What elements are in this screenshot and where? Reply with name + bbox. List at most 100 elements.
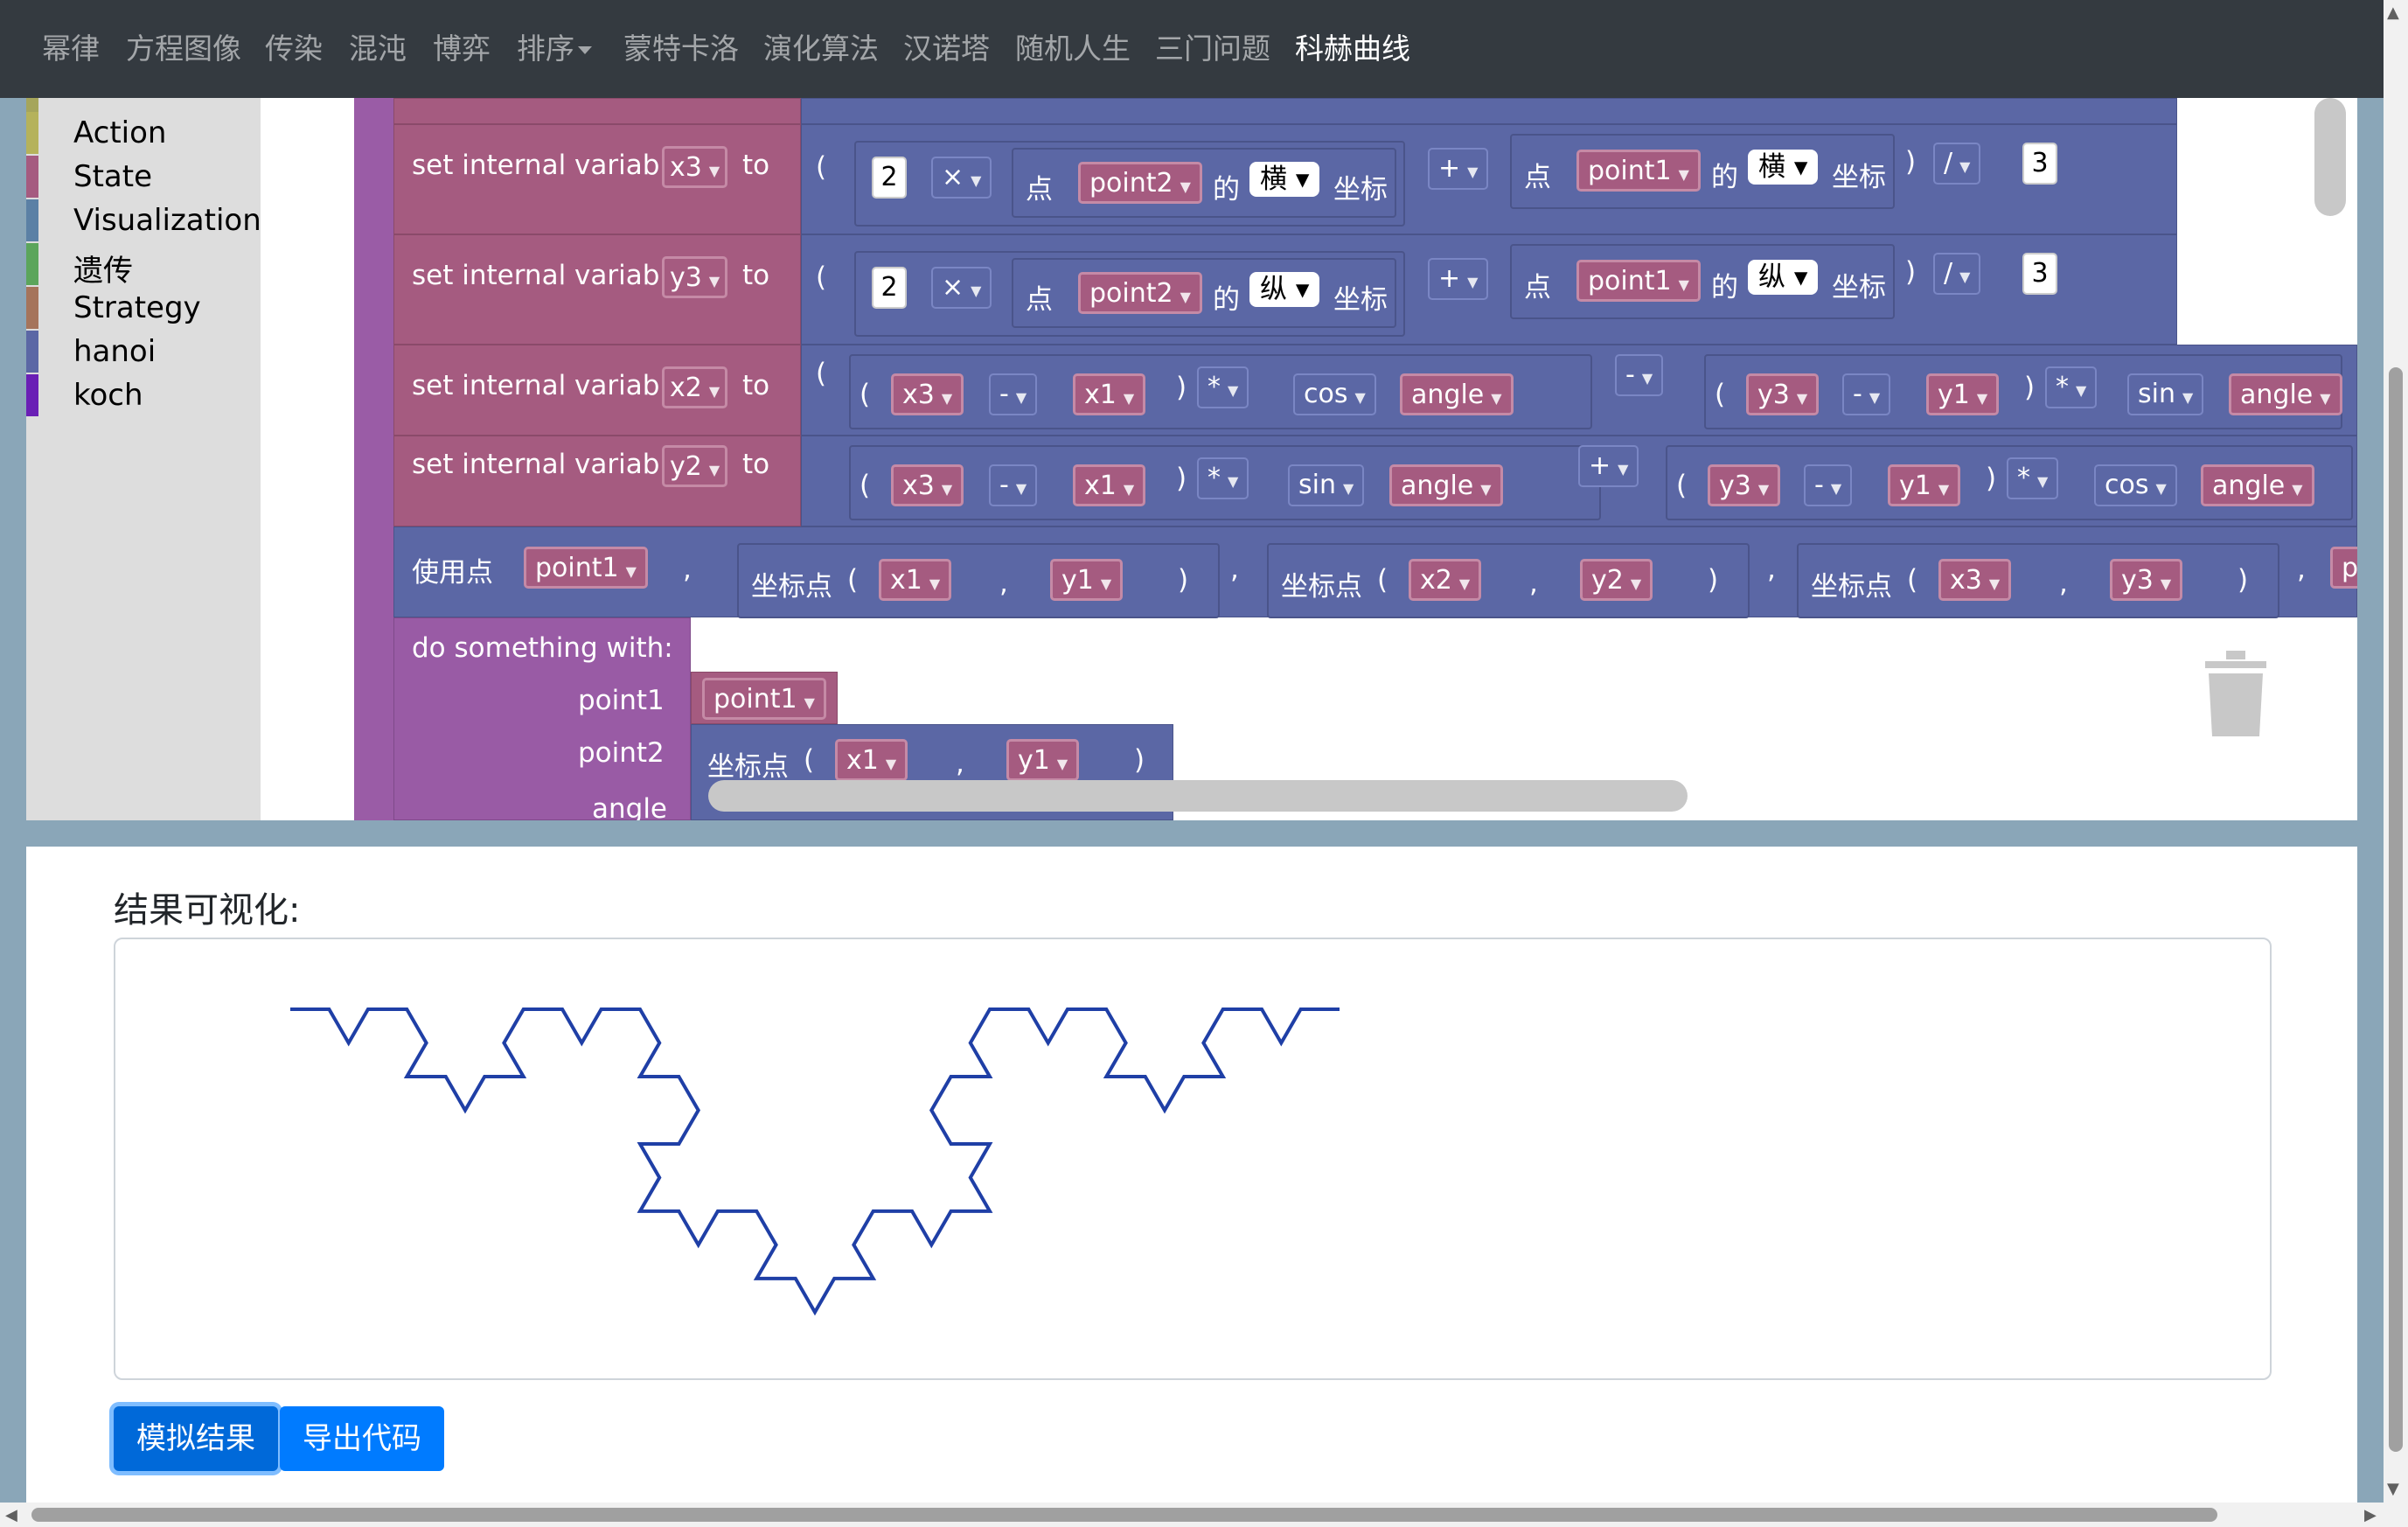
scroll-right-arrow-icon[interactable]: ▶ bbox=[2364, 1506, 2377, 1524]
operator-dropdown[interactable]: + ▼ bbox=[1428, 148, 1489, 190]
operator-dropdown[interactable]: - ▼ bbox=[989, 464, 1038, 506]
variable-dropdown-y3[interactable]: y3 ▼ bbox=[1708, 464, 1781, 506]
export-code-button[interactable]: 导出代码 bbox=[280, 1406, 444, 1471]
axis-dropdown-zong[interactable]: 纵 ▾ bbox=[1249, 272, 1320, 307]
operator-dropdown[interactable]: * ▼ bbox=[2045, 366, 2098, 408]
variable-dropdown-point1[interactable]: point1 ▼ bbox=[702, 678, 826, 720]
coordinate-point-block[interactable]: 坐标点 ( x2 ▼ , y2 ▼ ) bbox=[1267, 543, 1750, 618]
point-coordinate-block[interactable]: 点 point2 ▼ 的 横 ▾ 坐标 bbox=[1012, 148, 1396, 218]
variable-dropdown-x1[interactable]: x1 ▼ bbox=[1073, 464, 1146, 506]
nav-item-power-law[interactable]: 幂律 bbox=[42, 0, 100, 98]
nav-item-random-life[interactable]: 随机人生 bbox=[1015, 0, 1131, 98]
function-dropdown-sin[interactable]: sin ▼ bbox=[2127, 373, 2204, 415]
variable-dropdown-y3[interactable]: y3 ▼ bbox=[1746, 373, 1820, 415]
operator-dropdown[interactable]: / ▼ bbox=[1933, 253, 1981, 295]
variable-dropdown-x2[interactable]: x2 ▼ bbox=[1409, 559, 1482, 601]
nav-item-equation-graph[interactable]: 方程图像 bbox=[126, 0, 241, 98]
set-variable-block-x2[interactable]: set internal variable x2 ▼ to bbox=[393, 345, 801, 436]
variable-dropdown-x1[interactable]: x1 ▼ bbox=[1073, 373, 1146, 415]
expression-block-x2[interactable]: ( ( x3 ▼ - ▼ x1 ▼ ) * ▼ cos ▼ angle ▼ - ▼ ( y3 ▼… bbox=[801, 345, 2357, 436]
variable-dropdown-x3[interactable]: x3 ▼ bbox=[891, 464, 964, 506]
number-field[interactable]: 3 bbox=[2022, 143, 2057, 185]
scroll-up-arrow-icon[interactable]: ▲ bbox=[2387, 3, 2399, 22]
axis-dropdown-heng[interactable]: 横 ▾ bbox=[1748, 150, 1819, 185]
axis-dropdown-zong[interactable]: 纵 ▾ bbox=[1748, 260, 1819, 295]
product-block[interactable]: ( y3 ▼ - ▼ y1 ▼ ) * ▼ cos ▼ angle ▼ bbox=[1666, 445, 2353, 520]
set-variable-block-x3[interactable]: set internal variable x3 ▼ to bbox=[393, 124, 801, 234]
trash-can-icon[interactable] bbox=[2203, 649, 2268, 738]
operator-dropdown[interactable]: × ▼ bbox=[931, 267, 992, 309]
function-dropdown-cos[interactable]: cos ▼ bbox=[2094, 464, 2177, 506]
operator-dropdown[interactable]: × ▼ bbox=[931, 157, 992, 199]
operator-dropdown[interactable]: - ▼ bbox=[989, 373, 1038, 415]
function-dropdown-sin[interactable]: sin ▼ bbox=[1288, 464, 1365, 506]
product-block[interactable]: ( x3 ▼ - ▼ x1 ▼ ) * ▼ cos ▼ angle ▼ bbox=[849, 354, 1592, 429]
nav-item-hanoi[interactable]: 汉诺塔 bbox=[903, 0, 990, 98]
nav-item-chaos[interactable]: 混沌 bbox=[349, 0, 407, 98]
nav-item-epidemic[interactable]: 传染 bbox=[265, 0, 323, 98]
operator-dropdown[interactable]: - ▼ bbox=[1804, 464, 1853, 506]
procedure-call-block[interactable]: do something with: point1 point2 angle bbox=[393, 617, 691, 820]
scroll-down-arrow-icon[interactable]: ▼ bbox=[2387, 1480, 2399, 1498]
set-variable-block-y3[interactable]: set internal variable y3 ▼ to bbox=[393, 234, 801, 345]
coordinate-point-block[interactable]: 坐标点 ( x3 ▼ , y3 ▼ ) bbox=[1797, 543, 2279, 618]
nav-item-sort-dropdown[interactable]: 排序 bbox=[517, 0, 592, 98]
nav-item-evolutionary[interactable]: 演化算法 bbox=[763, 0, 879, 98]
variable-dropdown-y3[interactable]: y3 ▼ bbox=[662, 256, 728, 298]
variable-dropdown-angle[interactable]: angle ▼ bbox=[2229, 373, 2342, 415]
nav-item-monte-carlo[interactable]: 蒙特卡洛 bbox=[623, 0, 739, 98]
scroll-left-arrow-icon[interactable]: ◀ bbox=[5, 1506, 17, 1524]
number-field[interactable]: 3 bbox=[2022, 253, 2057, 295]
variable-dropdown-point1[interactable]: point1 ▼ bbox=[1576, 260, 1701, 302]
variable-dropdown-x3[interactable]: x3 ▼ bbox=[891, 373, 964, 415]
multiply-block[interactable]: 2 × ▼ 点 point2 ▼ 的 纵 ▾ 坐标 bbox=[854, 251, 1405, 337]
variable-dropdown-angle[interactable]: angle ▼ bbox=[1389, 464, 1503, 506]
operator-dropdown[interactable]: / ▼ bbox=[1933, 143, 1981, 185]
axis-dropdown-heng[interactable]: 横 ▾ bbox=[1249, 162, 1320, 197]
variable-dropdown-x1[interactable]: x1 ▼ bbox=[879, 559, 952, 601]
operator-dropdown[interactable]: - ▼ bbox=[1615, 354, 1664, 396]
number-field[interactable]: 2 bbox=[872, 267, 907, 309]
variable-dropdown-y1[interactable]: y1 ▼ bbox=[1926, 373, 2000, 415]
nav-item-game[interactable]: 博弈 bbox=[433, 0, 491, 98]
variable-dropdown-angle[interactable]: angle ▼ bbox=[1400, 373, 1514, 415]
point-coordinate-block[interactable]: 点 point1 ▼ 的 纵 ▾ 坐标 bbox=[1510, 244, 1895, 319]
expression-block-x3[interactable]: ( 2 × ▼ 点 point2 ▼ 的 横 ▾ 坐标 + ▼ 点 point1 ▼ 的… bbox=[801, 124, 2177, 234]
page-vertical-scrollbar-thumb[interactable] bbox=[2389, 367, 2403, 1452]
number-field[interactable]: 2 bbox=[872, 157, 907, 199]
variable-dropdown-y1[interactable]: y1 ▼ bbox=[1888, 464, 1961, 506]
function-dropdown-cos[interactable]: cos ▼ bbox=[1293, 373, 1376, 415]
variable-dropdown-y1[interactable]: y1 ▼ bbox=[1006, 739, 1080, 781]
variable-dropdown-x3[interactable]: x3 ▼ bbox=[662, 146, 728, 188]
expression-block-partial[interactable] bbox=[801, 98, 2177, 124]
point-coordinate-block[interactable]: 点 point1 ▼ 的 横 ▾ 坐标 bbox=[1510, 134, 1895, 209]
variable-dropdown-x3[interactable]: x3 ▼ bbox=[1938, 559, 2012, 601]
operator-dropdown[interactable]: * ▼ bbox=[2007, 457, 2059, 499]
block-workspace[interactable]: Action State Visualization 遗传 Strategy h… bbox=[26, 98, 2357, 820]
variable-dropdown-angle[interactable]: angle ▼ bbox=[2201, 464, 2314, 506]
point-coordinate-block[interactable]: 点 point2 ▼ 的 纵 ▾ 坐标 bbox=[1012, 258, 1396, 328]
variable-dropdown-y1[interactable]: y1 ▼ bbox=[1050, 559, 1124, 601]
operator-dropdown[interactable]: * ▼ bbox=[1197, 457, 1249, 499]
variable-dropdown-point2[interactable]: point2 ▼ bbox=[1078, 272, 1202, 314]
page-horizontal-scrollbar-thumb[interactable] bbox=[31, 1508, 2217, 1522]
set-block-partial[interactable] bbox=[393, 98, 801, 124]
use-point-block[interactable]: 使用点 point1 ▼ , 坐标点 ( x1 ▼ , y1 ▼ ) , 坐标点 ( … bbox=[393, 526, 2357, 618]
variable-dropdown-y3[interactable]: y3 ▼ bbox=[2110, 559, 2183, 601]
operator-dropdown[interactable]: - ▼ bbox=[1842, 373, 1891, 415]
variable-dropdown-point2[interactable]: point2 ▼ bbox=[1078, 162, 1202, 204]
product-block[interactable]: ( x3 ▼ - ▼ x1 ▼ ) * ▼ sin ▼ angle ▼ bbox=[849, 445, 1601, 520]
nav-item-koch-curve[interactable]: 科赫曲线 bbox=[1295, 0, 1410, 98]
variable-dropdown-point1[interactable]: point1 ▼ bbox=[1576, 150, 1701, 192]
workspace-vertical-scrollbar[interactable] bbox=[2314, 98, 2346, 216]
expression-block-y3[interactable]: ( 2 × ▼ 点 point2 ▼ 的 纵 ▾ 坐标 + ▼ 点 point1 ▼ 的… bbox=[801, 234, 2177, 345]
set-variable-block-y2[interactable]: set internal variable y2 ▼ to bbox=[393, 436, 801, 526]
variable-dropdown-x2[interactable]: x2 ▼ bbox=[662, 366, 728, 408]
expression-block-y2[interactable]: ( x3 ▼ - ▼ x1 ▼ ) * ▼ sin ▼ angle ▼ + ▼ ( y3 ▼ -… bbox=[801, 436, 2357, 526]
multiply-block[interactable]: 2 × ▼ 点 point2 ▼ 的 横 ▾ 坐标 bbox=[854, 141, 1405, 227]
operator-dropdown[interactable]: + ▼ bbox=[1428, 258, 1489, 300]
variable-dropdown-truncated[interactable]: p bbox=[2330, 547, 2357, 589]
operator-dropdown[interactable]: * ▼ bbox=[1197, 366, 1249, 408]
variable-dropdown-y2[interactable]: y2 ▼ bbox=[662, 445, 728, 487]
product-block[interactable]: ( y3 ▼ - ▼ y1 ▼ ) * ▼ sin ▼ angle ▼ bbox=[1704, 354, 2342, 429]
